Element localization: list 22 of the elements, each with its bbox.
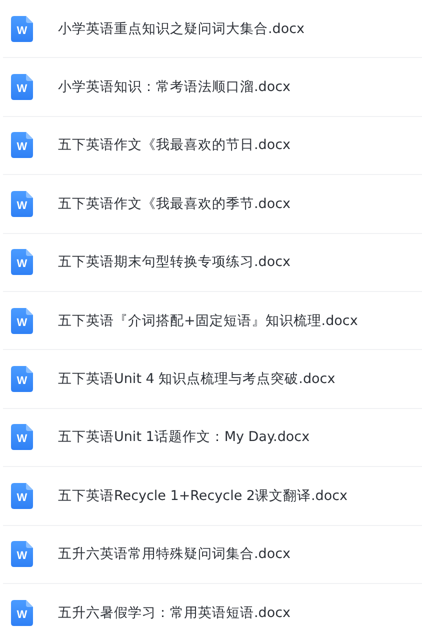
file-name[interactable]: 五升六暑假学习：常用英语短语.docx <box>58 604 291 622</box>
file-name[interactable]: 五下英语期末句型转换专项练习.docx <box>58 253 291 272</box>
document-icon: W <box>11 541 33 568</box>
document-icon: W <box>11 249 33 276</box>
document-icon: W <box>11 424 33 450</box>
document-icon: W <box>11 366 33 392</box>
document-icon: W <box>11 132 33 158</box>
file-name[interactable]: 五升六英语常用特殊疑问词集合.docx <box>58 545 291 564</box>
file-name[interactable]: 五下英语作文《我最喜欢的节日.docx <box>58 136 291 154</box>
file-name[interactable]: 五下英语Recycle 1+Recycle 2课文翻译.docx <box>58 486 348 505</box>
document-icon: W <box>11 74 33 100</box>
document-icon: W <box>11 482 33 509</box>
file-name[interactable]: 五下英语Unit 4 知识点梳理与考点突破.docx <box>58 370 336 388</box>
document-icon: W <box>11 600 33 626</box>
file-name[interactable]: 小学英语知识：常考语法顺口溜.docx <box>58 78 291 96</box>
file-name[interactable]: 小学英语重点知识之疑问词大集合.docx <box>58 20 305 38</box>
document-icon: W <box>11 308 33 334</box>
file-name[interactable]: 五下英语『介词搭配+固定短语』知识梳理.docx <box>58 312 358 330</box>
file-name[interactable]: 五下英语作文《我最喜欢的季节.docx <box>58 194 291 213</box>
document-icon: W <box>11 190 33 217</box>
document-icon: W <box>11 16 33 42</box>
file-name[interactable]: 五下英语Unit 1话题作文：My Day.docx <box>58 428 310 446</box>
